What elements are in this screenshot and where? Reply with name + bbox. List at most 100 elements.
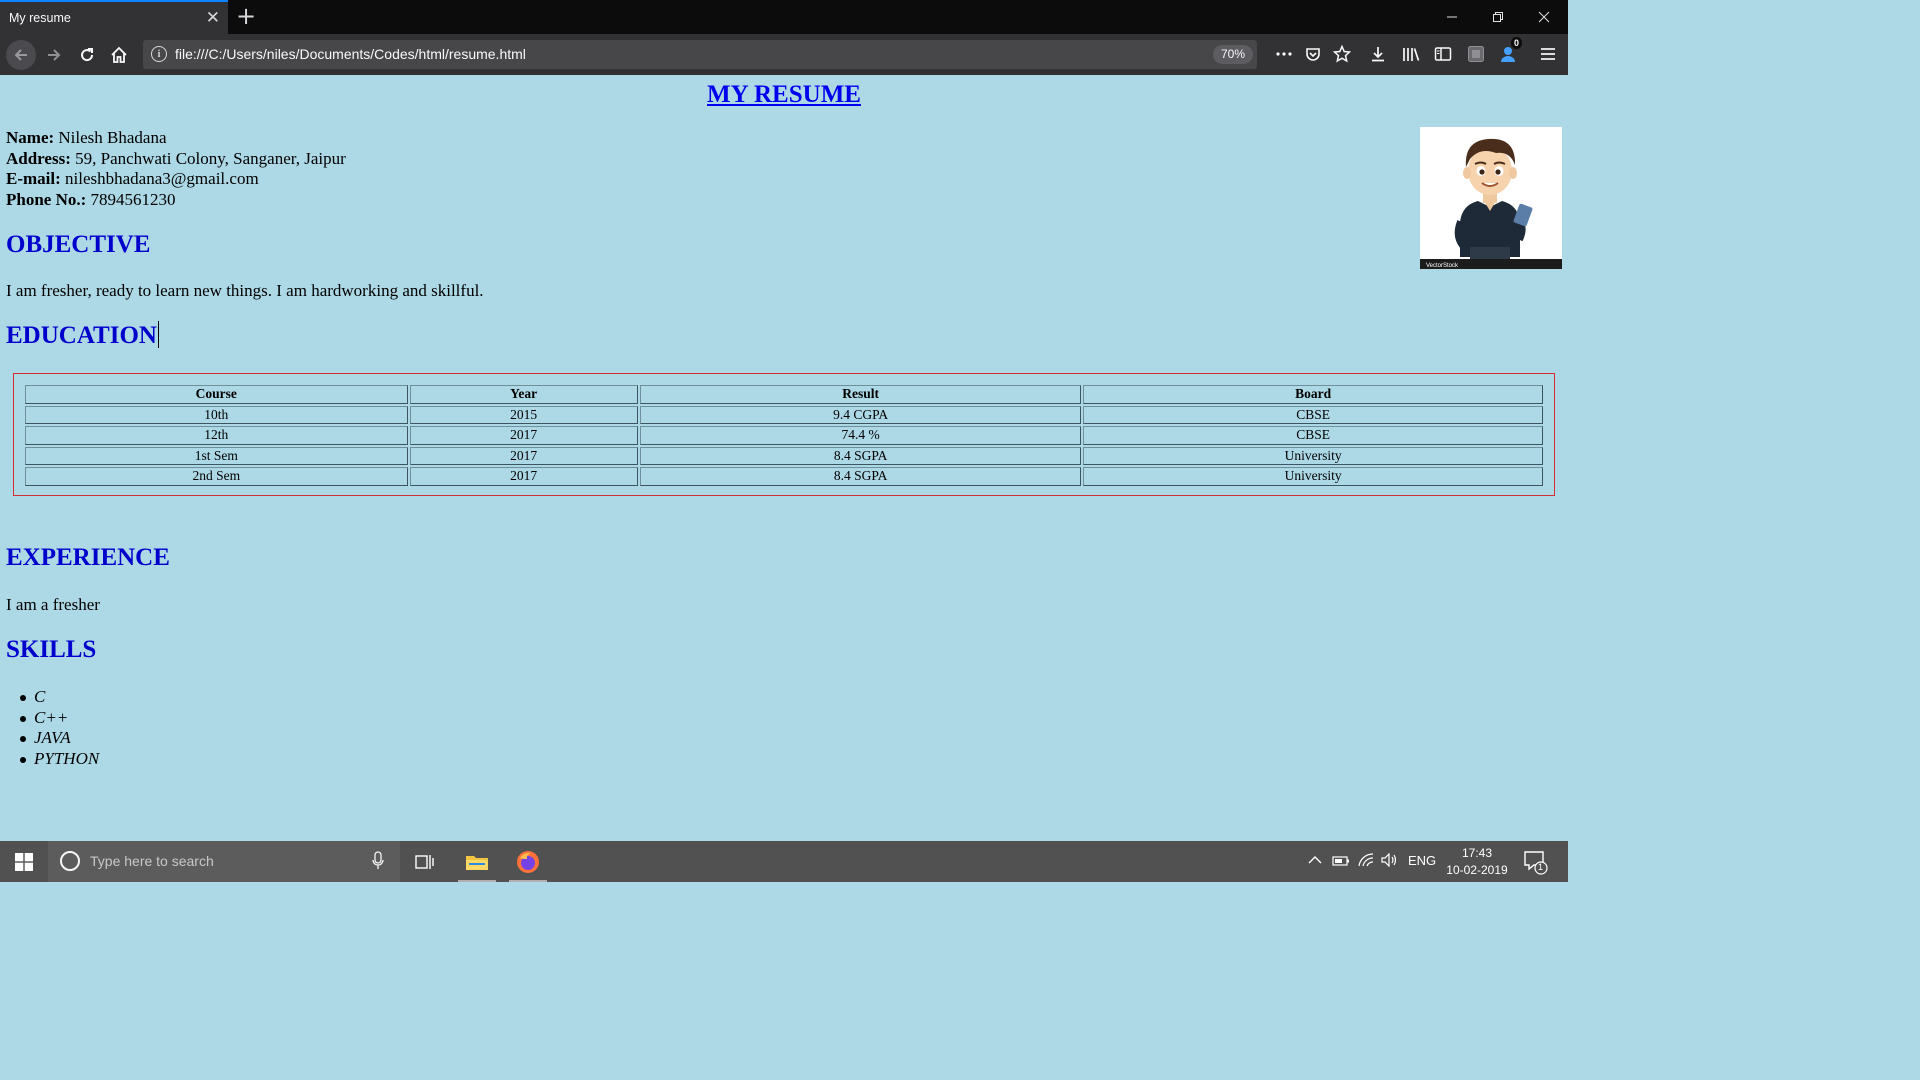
input-language[interactable]: ENG [1408, 853, 1436, 868]
zoom-level[interactable]: 70% [1213, 45, 1254, 64]
education-table: Course Year Result Board 10th 2015 9.4 C… [23, 383, 1545, 488]
list-item: PYTHON [19, 748, 100, 768]
volume-button[interactable] [1381, 852, 1399, 870]
info-value: nileshbhadana3@gmail.com [60, 169, 259, 188]
firefox-button[interactable] [507, 841, 549, 882]
education-heading-text: EDUCATION [6, 322, 157, 349]
column-header: Year [409, 385, 638, 404]
table-header-row: Course Year Result Board [25, 385, 1543, 404]
column-header: Result [639, 385, 1082, 404]
menu-button[interactable] [1536, 42, 1560, 66]
info-email: E-mail: nileshbhadana3@gmail.com [6, 169, 346, 190]
hamburger-menu-icon [1541, 48, 1555, 60]
bookmark-star-button[interactable] [1330, 42, 1354, 66]
back-button[interactable] [6, 40, 36, 70]
objective-heading: OBJECTIVE [6, 231, 151, 258]
table-cell: 2017 [409, 426, 638, 445]
notification-badge: 0 [1511, 37, 1523, 49]
star-icon [1333, 45, 1351, 63]
library-button[interactable] [1399, 42, 1423, 66]
table-cell: 2015 [409, 405, 638, 424]
minimize-icon [1447, 16, 1457, 18]
task-view-button[interactable] [404, 841, 446, 882]
tab-active[interactable]: My resume ✕ [0, 0, 228, 34]
action-center-button[interactable]: 1 [1522, 849, 1548, 879]
table-row: 12th 2017 74.4 % CBSE [25, 426, 1543, 445]
pocket-button[interactable] [1301, 42, 1325, 66]
education-heading: EDUCATION [6, 321, 159, 350]
clock[interactable]: 17:43 10-02-2019 [1442, 845, 1512, 879]
url-text[interactable]: file:///C:/Users/niles/Documents/Codes/h… [175, 46, 526, 62]
info-value: 7894561230 [86, 189, 176, 209]
info-label: E-mail: [6, 169, 61, 188]
home-button[interactable] [106, 42, 132, 68]
account-notification-button[interactable]: 0 [1497, 37, 1523, 66]
reload-button[interactable] [74, 42, 100, 68]
restore-icon [1493, 12, 1503, 22]
photo-watermark: VectorStock [1426, 263, 1459, 269]
wifi-icon [1358, 853, 1374, 867]
tab-title: My resume [9, 11, 71, 25]
notification-icon [1524, 851, 1548, 875]
file-explorer-button[interactable] [456, 841, 498, 882]
table-cell: 10th [25, 405, 408, 424]
table-cell: 2017 [409, 467, 638, 486]
table-row: 10th 2015 9.4 CGPA CBSE [25, 405, 1543, 424]
info-address: Address: 59, Panchwati Colony, Sanganer,… [6, 149, 346, 170]
url-bar[interactable]: i file:///C:/Users/niles/Documents/Codes… [143, 40, 1257, 69]
tab-bar: My resume ✕ + [0, 0, 1568, 34]
skills-list: C C++ JAVA PYTHON [19, 687, 100, 769]
table-cell: 2nd Sem [25, 467, 408, 486]
cartoon-avatar-image: VectorStock [1420, 127, 1562, 269]
start-button[interactable] [0, 841, 48, 882]
skills-heading: SKILLS [6, 636, 97, 663]
page-content: MY RESUME Name: Nilesh Bhadana Address: … [0, 75, 1568, 841]
column-header: Course [25, 385, 408, 404]
reload-icon [81, 48, 94, 62]
column-header: Board [1083, 385, 1543, 404]
windows-logo-icon [15, 852, 33, 871]
extension-button[interactable] [1464, 42, 1488, 66]
page-title: MY RESUME [707, 81, 861, 108]
clock-date: 10-02-2019 [1446, 863, 1508, 877]
personal-info: Name: Nilesh Bhadana Address: 59, Panchw… [6, 128, 346, 210]
download-icon [1372, 47, 1384, 62]
info-icon[interactable]: i [151, 46, 167, 62]
forward-button[interactable] [41, 42, 67, 68]
info-phone: Phone No.: 7894561230 [6, 190, 346, 211]
arrow-left-icon [14, 49, 27, 61]
table-cell: 8.4 SGPA [639, 446, 1082, 465]
more-horizontal-icon [1276, 52, 1292, 56]
minimize-button[interactable] [1429, 0, 1475, 34]
restore-button[interactable] [1475, 0, 1521, 34]
network-button[interactable] [1358, 853, 1374, 870]
chevron-up-icon [1308, 856, 1322, 864]
tab-close-icon[interactable]: ✕ [206, 8, 220, 28]
extension-icon [1468, 46, 1484, 62]
taskbar-search-box[interactable]: Type here to search [48, 841, 400, 882]
list-item: C++ [19, 708, 99, 729]
page-actions-button[interactable] [1272, 42, 1296, 66]
sidebar-button[interactable] [1431, 42, 1455, 66]
speaker-icon [1381, 852, 1397, 868]
microphone-icon[interactable] [372, 851, 384, 871]
table-row: 1st Sem 2017 8.4 SGPA University [25, 446, 1543, 465]
arrow-right-icon [48, 49, 61, 61]
table-cell: 74.4 % [639, 426, 1082, 445]
info-label: Address: [6, 148, 71, 168]
battery-button[interactable] [1332, 855, 1350, 870]
new-tab-button[interactable]: + [236, 2, 256, 30]
folder-icon [466, 855, 488, 870]
firefox-icon [517, 850, 539, 873]
show-hidden-icons-button[interactable] [1308, 853, 1322, 868]
battery-icon [1332, 856, 1349, 866]
table-cell: University [1083, 467, 1543, 486]
education-table-container: Course Year Result Board 10th 2015 9.4 C… [13, 373, 1555, 496]
profile-photo: VectorStock [1420, 127, 1562, 269]
table-cell: 8.4 SGPA [639, 467, 1082, 486]
text-cursor [157, 321, 159, 348]
close-window-button[interactable] [1521, 0, 1567, 34]
objective-text: I am fresher, ready to learn new things.… [6, 281, 484, 300]
sidebar-icon [1434, 47, 1452, 61]
downloads-button[interactable] [1366, 42, 1390, 66]
